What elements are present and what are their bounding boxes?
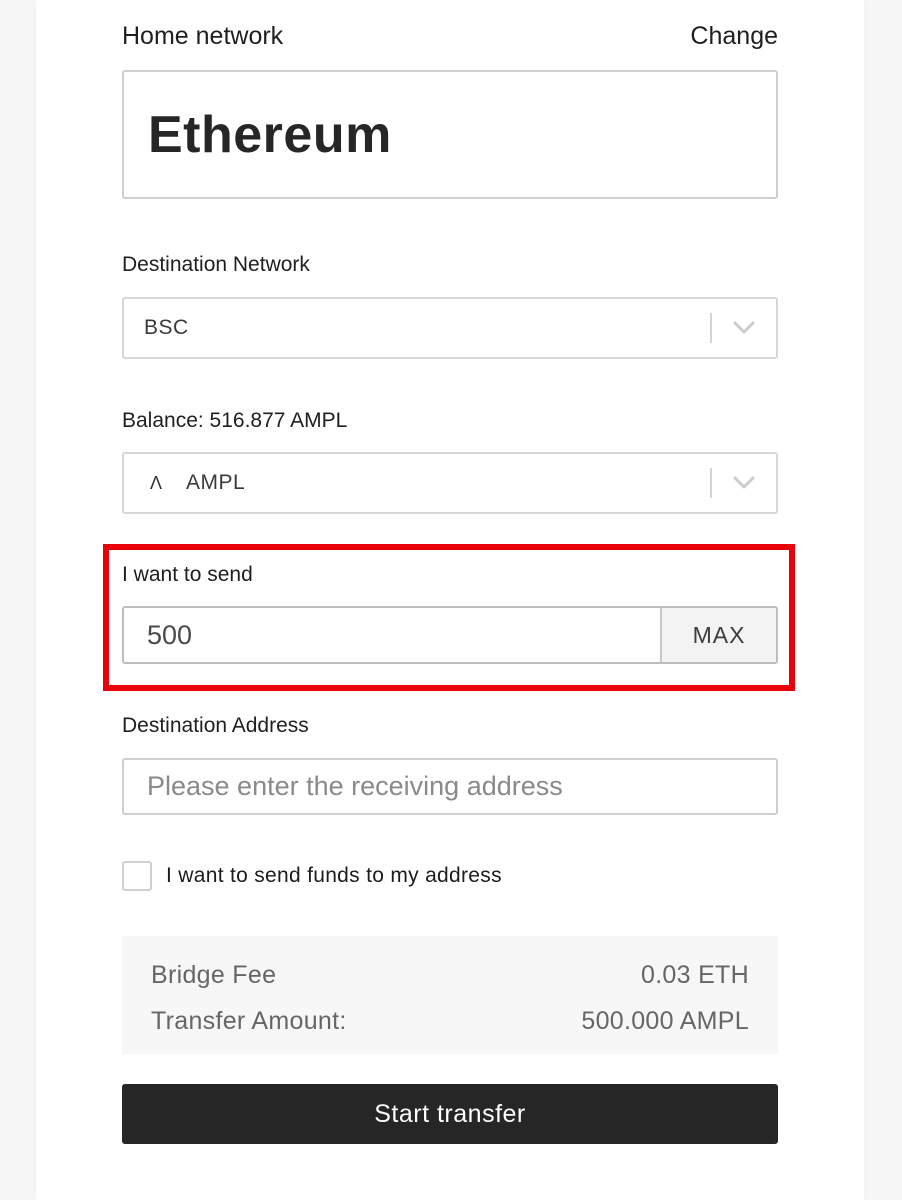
max-button[interactable]: MAX [660,608,776,662]
destination-network-select[interactable]: BSC [122,297,778,359]
destination-network-value: BSC [144,316,189,339]
chevron-down-icon[interactable] [712,299,776,357]
transfer-amount-label: Transfer Amount: [151,1006,347,1035]
bridge-fee-value: 0.03 ETH [640,960,749,989]
home-network-display: Ethereum [122,70,778,199]
transfer-summary: Bridge Fee 0.03 ETH Transfer Amount: 500… [122,936,778,1054]
destination-address-label: Destination Address [122,714,309,737]
send-to-self-label[interactable]: I want to send funds to my address [166,864,502,888]
bridge-fee-row: Bridge Fee 0.03 ETH [151,952,749,998]
send-amount-group: MAX [122,606,778,664]
transfer-amount-value: 500.000 AMPL [581,1006,749,1035]
home-network-label: Home network [122,22,284,50]
send-to-self-checkbox[interactable] [122,861,152,891]
send-amount-label: I want to send [122,563,253,586]
change-network-link[interactable]: Change [690,22,778,51]
chevron-down-icon[interactable] [712,454,776,512]
home-network-value: Ethereum [148,105,392,164]
send-to-self-row: I want to send funds to my address [122,861,502,891]
balance-label: Balance: 516.877 AMPL [122,409,348,432]
token-value: AMPL [186,471,246,494]
ampl-token-icon: Λ [150,472,163,493]
token-select[interactable]: Λ AMPL [122,452,778,514]
transfer-amount-row: Transfer Amount: 500.000 AMPL [151,998,749,1044]
send-amount-input[interactable] [124,608,660,662]
destination-network-label: Destination Network [122,253,310,276]
bridge-fee-label: Bridge Fee [151,960,277,989]
start-transfer-button[interactable]: Start transfer [122,1084,778,1144]
home-network-header: Home network Change [122,22,778,51]
destination-address-input[interactable] [122,758,778,815]
